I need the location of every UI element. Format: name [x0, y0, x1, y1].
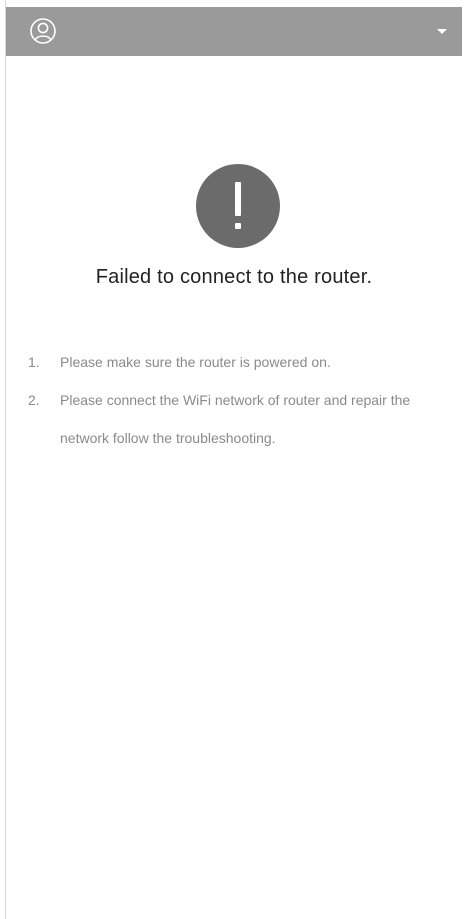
troubleshooting-list: 1. Please make sure the router is powere… — [28, 343, 448, 457]
page: Failed to connect to the router. 1. Plea… — [0, 0, 468, 919]
caret-down-icon — [437, 29, 447, 34]
list-item-text: Please make sure the router is powered o… — [60, 354, 331, 370]
dropdown-button[interactable] — [432, 21, 452, 41]
user-circle-icon — [30, 18, 56, 44]
list-item: 2. Please connect the WiFi network of ro… — [28, 381, 448, 457]
error-title: Failed to connect to the router. — [95, 266, 373, 288]
list-item-number: 1. — [28, 354, 40, 370]
list-item: 1. Please make sure the router is powere… — [28, 343, 448, 381]
list-item-number: 2. — [28, 392, 40, 408]
top-bar — [6, 7, 462, 56]
account-button[interactable] — [28, 16, 58, 46]
exclamation-icon — [235, 182, 241, 229]
error-icon — [196, 164, 280, 248]
list-item-text: Please connect the WiFi network of route… — [60, 392, 411, 446]
